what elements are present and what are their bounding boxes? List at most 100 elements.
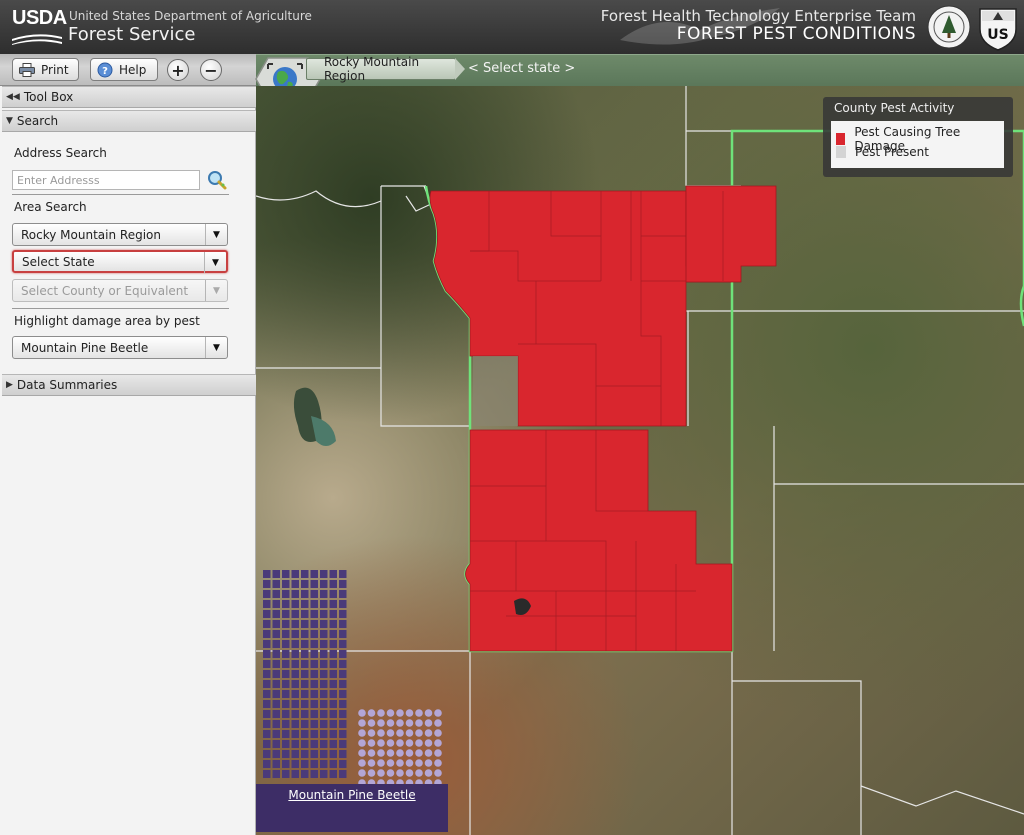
area-search-label: Area Search (14, 200, 87, 214)
thumbnail-dot (282, 710, 290, 718)
search-header[interactable]: ▼ Search (2, 110, 256, 132)
print-button[interactable]: Print (12, 58, 79, 81)
breadcrumb-state[interactable]: < Select state > (468, 61, 575, 76)
thumbnail-dot (320, 690, 328, 698)
thumbnail-dot (415, 739, 423, 747)
thumbnail-dot (310, 640, 318, 648)
thumbnail-dot (291, 680, 299, 688)
thumbnail-dot (405, 729, 414, 737)
thumbnail-dot (263, 690, 271, 698)
thumbnail-dot (291, 730, 299, 738)
zoom-out-button[interactable]: − (200, 59, 222, 81)
state-select[interactable]: Select State ▼ (12, 250, 228, 273)
thumbnail-dot (339, 720, 347, 728)
thumbnail-dot (301, 600, 309, 608)
thumbnail-dot (424, 729, 433, 737)
help-button[interactable]: ? Help (90, 58, 158, 81)
collapse-left-icon: ◀◀ (6, 92, 20, 102)
thumbnail-dot (291, 650, 299, 658)
thumbnail-dot (263, 750, 271, 758)
thumbnail-dot (272, 640, 280, 648)
thumbnail-dot (396, 759, 404, 767)
thumbnail-dot (282, 610, 290, 618)
breadcrumb-arrow (455, 58, 465, 80)
minus-icon: − (204, 60, 218, 80)
thumbnail-dot (434, 709, 442, 717)
thumbnail-dot (272, 610, 280, 618)
zoom-in-button[interactable]: + (167, 59, 189, 81)
thumbnail-dot (282, 590, 290, 598)
highlight-damage-label: Highlight damage area by pest (14, 314, 200, 328)
thumbnail-dot (263, 770, 271, 778)
thumbnail-dot (310, 730, 318, 738)
county-select[interactable]: Select County or Equivalent ▼ (12, 279, 228, 302)
thumbnail-dot (358, 709, 366, 717)
data-summaries-header[interactable]: ▶ Data Summaries (2, 374, 256, 396)
pest-link[interactable]: Mountain Pine Beetle (256, 788, 448, 802)
thumbnail-dot (272, 690, 280, 698)
thumbnail-dot (310, 720, 318, 728)
thumbnail-dot (282, 580, 290, 588)
thumbnail-dot (329, 610, 337, 618)
thumbnail-dot (301, 750, 309, 758)
thumbnail-dot (405, 709, 414, 717)
thumbnail-dot (320, 710, 328, 718)
thumbnail-dots-dark (263, 570, 347, 778)
thumbnail-dot (339, 750, 347, 758)
thumbnail-dot (263, 640, 271, 648)
thumbnail-dot (272, 770, 280, 778)
thumbnail-dot (310, 610, 318, 618)
thumbnail-dot (396, 729, 404, 737)
pest-present-area (473, 356, 518, 426)
thumbnail-dot (291, 640, 299, 648)
thumbnail-dot (358, 759, 366, 767)
thumbnail-dot (415, 759, 423, 767)
thumbnail-dot (424, 759, 433, 767)
thumbnail-dot (282, 700, 290, 708)
thumbnail-dot (434, 769, 442, 777)
thumbnail-dot (434, 759, 442, 767)
legend-item-present: Pest Present (836, 145, 929, 159)
thumbnail-dot (339, 600, 347, 608)
thumbnail-dot (329, 600, 337, 608)
toolbox-header[interactable]: ◀◀ Tool Box (2, 86, 256, 108)
thumbnail-dot (415, 729, 423, 737)
thumbnail-dot (377, 769, 385, 777)
thumbnail-dot (434, 719, 442, 727)
thumbnail-dot (339, 580, 347, 588)
thumbnail-dot (329, 770, 337, 778)
app-title: FOREST PEST CONDITIONS (676, 24, 916, 44)
thumbnail-dot (272, 670, 280, 678)
thumbnail-dot (282, 660, 290, 668)
thumbnail-dot (301, 640, 309, 648)
thumbnail-dot (272, 750, 280, 758)
legend: County Pest Activity Pest Causing Tree D… (823, 97, 1013, 177)
thumbnail-dot (272, 590, 280, 598)
thumbnail-dot (310, 710, 318, 718)
search-label: Search (16, 114, 59, 128)
thumbnail-dot (329, 720, 337, 728)
breadcrumb-region[interactable]: Rocky Mountain Region (306, 55, 456, 83)
thumbnail-dot (405, 749, 414, 757)
legend-title: County Pest Activity (834, 101, 955, 115)
thumbnail-dot (310, 630, 318, 638)
thumbnail-dot (358, 769, 366, 777)
pest-select[interactable]: Mountain Pine Beetle ▼ (12, 336, 228, 359)
thumbnail-dot (339, 730, 347, 738)
thumbnail-dot (434, 739, 442, 747)
thumbnail-dot (377, 749, 385, 757)
thumbnail-dot (272, 620, 280, 628)
thumbnail-dot (310, 590, 318, 598)
magnifier-icon[interactable] (206, 169, 228, 191)
thumbnail-dot (272, 660, 280, 668)
thumbnail-dot (320, 640, 328, 648)
address-input[interactable] (12, 170, 200, 190)
thumbnail-dot (272, 650, 280, 658)
thumbnail-dot (272, 760, 280, 768)
thumbnail-dot (291, 760, 299, 768)
region-select[interactable]: Rocky Mountain Region ▼ (12, 223, 228, 246)
thumbnail-dot (320, 700, 328, 708)
thumbnail-dot (396, 709, 404, 717)
thumbnail-dot (405, 769, 414, 777)
thumbnail-dot (415, 749, 423, 757)
